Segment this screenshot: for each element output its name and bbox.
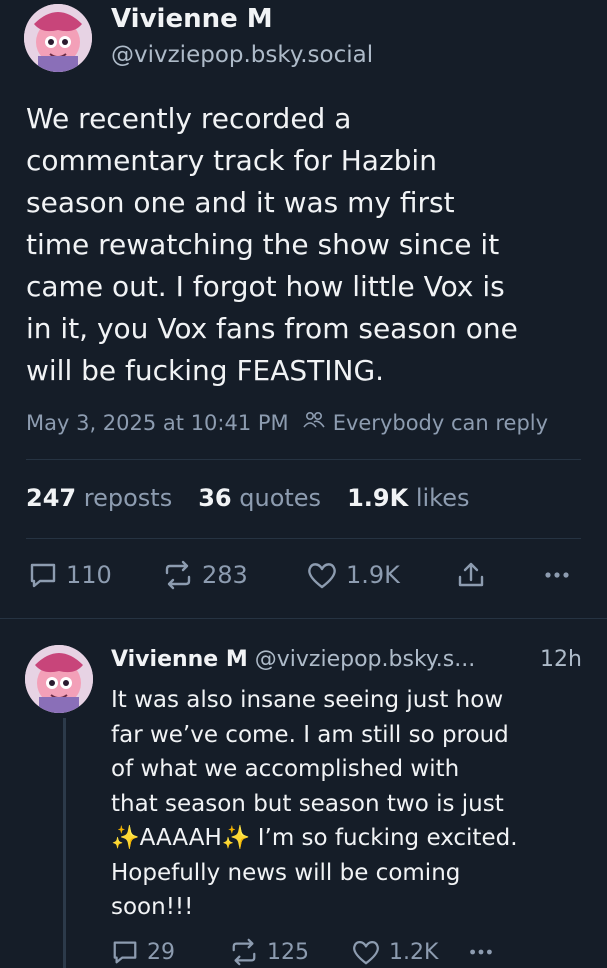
repost-count: 283: [202, 561, 248, 589]
like-button[interactable]: 1.9K: [306, 560, 400, 590]
reply-body: It was also insane seeing just how far w…: [111, 683, 518, 925]
reply-count: 110: [66, 561, 112, 589]
likes-label: likes: [415, 484, 470, 512]
reposts-stat[interactable]: 247 reposts: [26, 484, 172, 512]
share-icon: [458, 562, 484, 587]
reposts-label: reposts: [83, 484, 173, 512]
reply-button[interactable]: 110: [28, 560, 112, 590]
post-line: We recently recorded a: [26, 102, 352, 135]
quotes-stat[interactable]: 36 quotes: [198, 484, 321, 512]
reply-author-name[interactable]: Vivienne M: [111, 647, 248, 672]
reply-line-rest: I’m so fucking excited.: [250, 825, 518, 851]
repost-arrows-icon: [232, 938, 256, 966]
like-button[interactable]: 1.2K: [351, 938, 438, 966]
divider: [0, 618, 607, 619]
sparkles-emoji: ✨: [111, 825, 140, 851]
post-line: season one and it was my first: [26, 186, 455, 219]
heart-icon: [353, 940, 379, 965]
post-stats: 247 reposts 36 quotes 1.9K likes: [26, 484, 469, 512]
post-meta: May 3, 2025 at 10:41 PM Everybody can re…: [26, 410, 548, 435]
reply-avatar[interactable]: [25, 645, 93, 713]
speech-bubble-icon: [30, 563, 56, 588]
reply-line: that season but season two is just: [111, 790, 504, 817]
share-button[interactable]: [456, 560, 486, 590]
post-line: came out. I forgot how little Vox is: [26, 270, 505, 303]
post-line: in it, you Vox fans from season one: [26, 312, 518, 345]
reply-count: 29: [147, 939, 175, 965]
likes-count: 1.9K: [347, 484, 409, 512]
reply-author-handle[interactable]: @vivziepop.bsky.s...: [255, 647, 475, 672]
speech-bubble-icon: [113, 941, 137, 964]
post-line: commentary track for Hazbin: [26, 144, 437, 177]
reply-line: It was also insane seeing just how: [111, 687, 504, 713]
avatar-image: [24, 4, 92, 72]
like-count: 1.9K: [346, 561, 400, 589]
avatar[interactable]: [24, 4, 92, 72]
post-line: will be fucking FEASTING.: [26, 354, 385, 387]
repost-button[interactable]: 283: [162, 560, 248, 590]
reply-line: Hopefully news will be coming: [111, 859, 461, 886]
like-count: 1.2K: [389, 939, 439, 965]
sparkles-emoji: ✨: [221, 825, 251, 851]
reply-setting[interactable]: Everybody can reply: [333, 411, 548, 435]
repost-arrows-icon: [165, 560, 191, 590]
reply-line: ✨AAAAH✨ I’m so fucking excited.: [111, 821, 518, 856]
avatar-image: [25, 645, 93, 713]
likes-stat[interactable]: 1.9K likes: [347, 484, 469, 512]
author-name[interactable]: Vivienne M: [111, 4, 273, 34]
more-dots-icon: [470, 949, 492, 955]
more-dots-icon: [545, 572, 569, 578]
reply-age: 12h: [540, 647, 582, 672]
reply-line: of what we accomplished with: [111, 756, 460, 782]
reposts-count: 247: [26, 484, 77, 512]
reply-line: far we’ve come. I am still so proud: [111, 721, 509, 748]
divider: [26, 538, 581, 539]
post-body: We recently recorded a commentary track …: [26, 98, 518, 392]
quotes-label: quotes: [239, 484, 322, 512]
reply-header: Vivienne M @vivziepop.bsky.s...: [111, 647, 475, 672]
repost-count: 125: [267, 939, 309, 965]
more-options-button[interactable]: [467, 938, 495, 966]
thread-line: [63, 718, 66, 968]
repost-button[interactable]: 125: [229, 938, 309, 966]
more-options-button[interactable]: [542, 560, 572, 590]
people-icon: [303, 410, 325, 435]
reply-button[interactable]: 29: [111, 938, 175, 966]
quotes-count: 36: [198, 484, 232, 512]
heart-icon: [308, 563, 336, 589]
reply-shout: AAAAH: [139, 825, 222, 851]
divider: [26, 459, 581, 460]
reply-line: soon!!!: [111, 894, 194, 920]
author-handle[interactable]: @vivziepop.bsky.social: [111, 42, 373, 68]
post-line: time rewatching the show since it: [26, 228, 500, 261]
post-timestamp[interactable]: May 3, 2025 at 10:41 PM: [26, 411, 289, 435]
